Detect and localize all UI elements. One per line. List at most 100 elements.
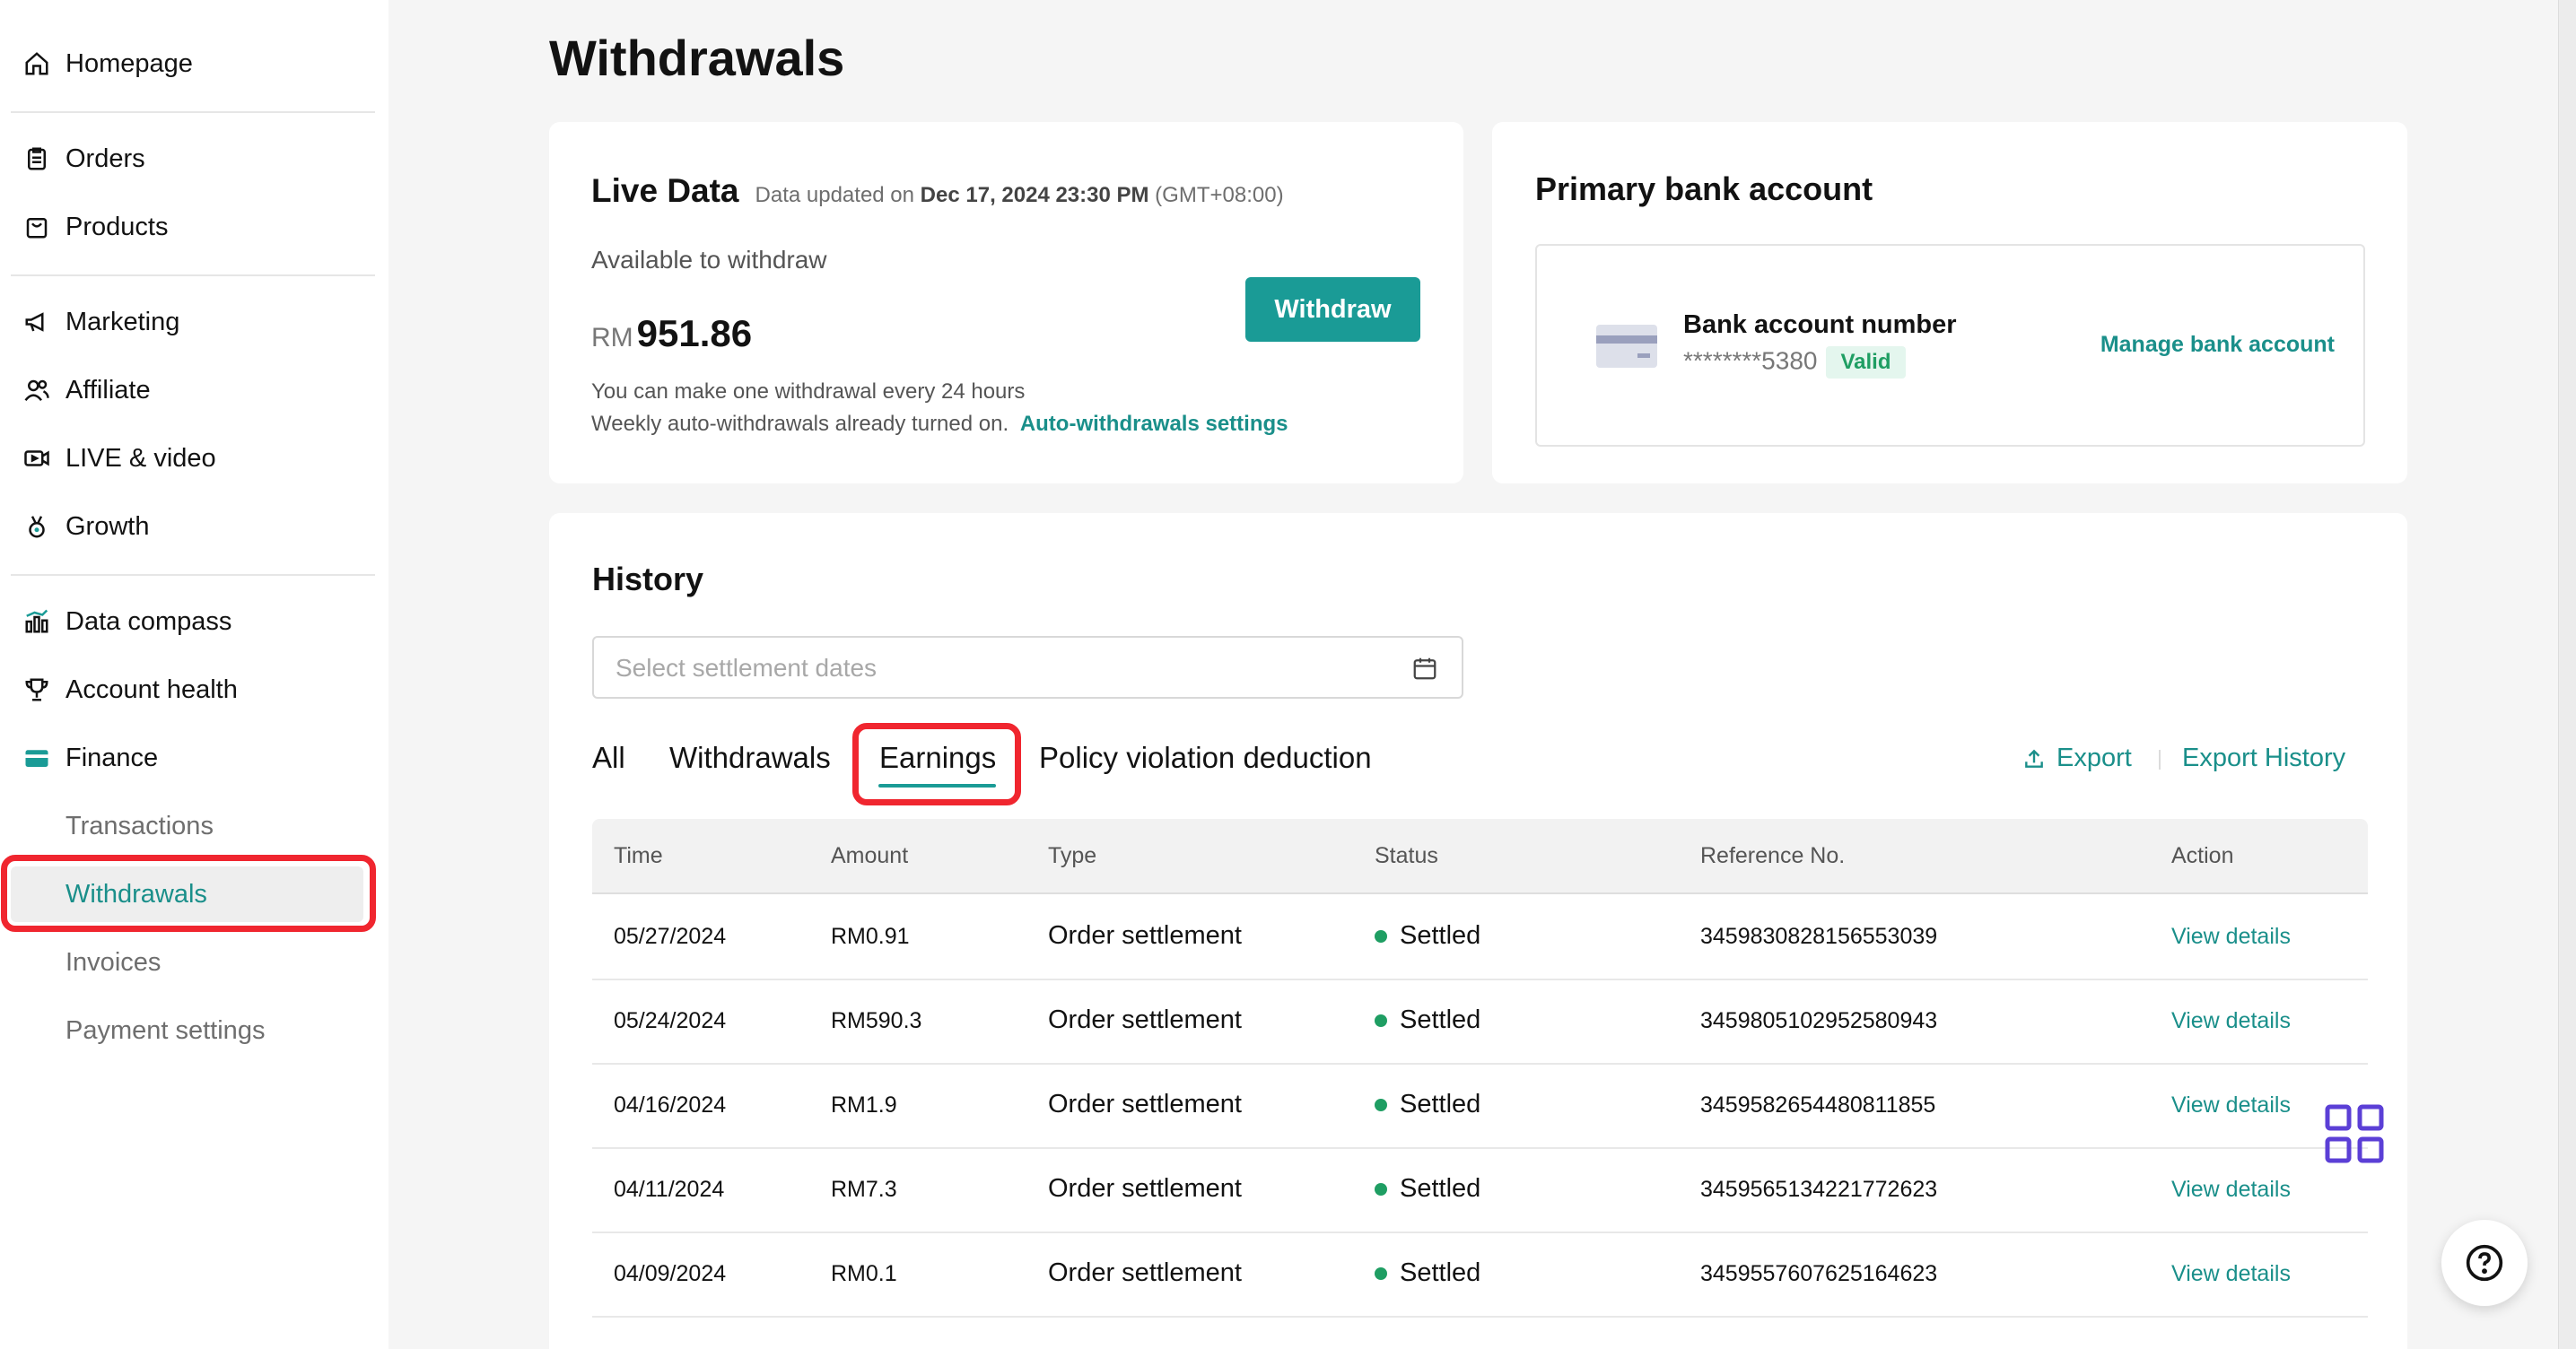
people-icon (22, 375, 52, 405)
status-label: Settled (1400, 1174, 1481, 1203)
sidebar-item-account-health[interactable]: Account health (0, 656, 389, 724)
view-details-link[interactable]: View details (2171, 924, 2291, 950)
export-label: Export (2056, 744, 2132, 772)
sidebar-item-label: Growth (65, 511, 150, 541)
sidebar-subitem-label: Transactions (65, 811, 214, 840)
sidebar-item-label: Data compass (65, 606, 232, 636)
table-row-partial (592, 1345, 2368, 1349)
sidebar-item-affiliate[interactable]: Affiliate (0, 356, 389, 424)
nav-divider (11, 111, 375, 113)
cell-status: Settled (1375, 1258, 1480, 1288)
available-amount: RM 951.86 (591, 312, 752, 355)
active-tab-underline (878, 784, 996, 788)
cell-reference: 3459830828156553039 (1700, 924, 1938, 949)
sidebar-subitem-label: Withdrawals (65, 879, 207, 909)
auto-withdraw-note: Weekly auto-withdrawals already turned o… (591, 412, 1288, 437)
table-row: 04/16/2024 RM1.9 Order settlement Settled 34… (592, 1065, 2368, 1149)
cell-reference: 3459565134221772623 (1700, 1177, 1938, 1202)
help-button[interactable] (2441, 1220, 2528, 1306)
calendar-icon[interactable] (1411, 655, 1438, 686)
status-dot-icon (1375, 1014, 1387, 1027)
column-header-time: Time (614, 843, 663, 868)
bank-card-title: Primary bank account (1535, 170, 1873, 207)
sidebar-item-products[interactable]: Products (0, 193, 389, 261)
cell-type: Order settlement (1048, 921, 1242, 950)
sidebar-subitem-label: Payment settings (65, 1015, 266, 1045)
sidebar-subitem-payment-settings[interactable]: Payment settings (0, 997, 389, 1065)
tab-withdrawals[interactable]: Withdrawals (669, 741, 831, 775)
table-row: 05/24/2024 RM590.3 Order settlement Settled… (592, 980, 2368, 1065)
sidebar-item-homepage[interactable]: Homepage (0, 30, 389, 98)
cell-type: Order settlement (1048, 1174, 1242, 1203)
status-label: Settled (1400, 921, 1481, 950)
upload-icon (2022, 747, 2046, 770)
sidebar-item-finance[interactable]: Finance (0, 724, 389, 792)
sidebar-subitem-transactions[interactable]: Transactions (0, 792, 389, 860)
table-row: 04/11/2024 RM7.3 Order settlement Settled 34… (592, 1149, 2368, 1233)
table-row: 05/27/2024 RM0.91 Order settlement Settled 3… (592, 896, 2368, 980)
export-button[interactable]: Export (2022, 744, 2132, 773)
export-divider (2159, 750, 2161, 770)
column-header-amount: Amount (831, 843, 909, 868)
sidebar-subitem-withdrawals[interactable]: Withdrawals (0, 860, 389, 928)
sidebar-subitem-invoices[interactable]: Invoices (0, 928, 389, 997)
wallet-icon (22, 743, 52, 773)
cell-amount: RM0.1 (831, 1261, 897, 1286)
manage-bank-account-link[interactable]: Manage bank account (2100, 332, 2335, 358)
question-icon (2465, 1243, 2504, 1283)
tab-all[interactable]: All (592, 741, 625, 775)
cell-status: Settled (1375, 1005, 1480, 1035)
sidebar-subitem-label: Invoices (65, 947, 162, 977)
sidebar-item-orders[interactable]: Orders (0, 125, 389, 193)
status-label: Settled (1400, 1005, 1481, 1034)
live-data-header: Live Data Data updated on Dec 17, 2024 2… (591, 172, 1284, 210)
auto-withdraw-text: Weekly auto-withdrawals already turned o… (591, 412, 1009, 436)
data-updated-text: Data updated on Dec 17, 2024 23:30 PM (G… (755, 183, 1284, 208)
sidebar-item-live-video[interactable]: LIVE & video (0, 424, 389, 492)
status-label: Settled (1400, 1258, 1481, 1287)
live-data-card: Live Data Data updated on Dec 17, 2024 2… (549, 122, 1463, 483)
view-details-link[interactable]: View details (2171, 1092, 2291, 1118)
sidebar-item-label: Orders (65, 144, 145, 173)
grid-widget-icon[interactable] (2324, 1103, 2385, 1169)
column-header-type: Type (1048, 843, 1097, 868)
date-placeholder: Select settlement dates (616, 654, 878, 682)
export-history-link[interactable]: Export History (2182, 744, 2345, 773)
cell-type: Order settlement (1048, 1258, 1242, 1287)
valid-badge: Valid (1826, 346, 1906, 379)
bag-icon (22, 212, 52, 242)
status-dot-icon (1375, 929, 1387, 943)
sidebar-item-marketing[interactable]: Marketing (0, 288, 389, 356)
cell-reference: 3459805102952580943 (1700, 1008, 1938, 1033)
trophy-icon (22, 674, 52, 705)
sidebar-item-label: Account health (65, 674, 238, 704)
megaphone-icon (22, 307, 52, 337)
sidebar-item-label: LIVE & video (65, 443, 216, 473)
settlement-date-input[interactable]: Select settlement dates (592, 636, 1463, 699)
withdraw-button[interactable]: Withdraw (1245, 277, 1420, 342)
cell-amount: RM7.3 (831, 1177, 897, 1202)
cell-status: Settled (1375, 1090, 1480, 1119)
bar-chart-icon (22, 606, 52, 637)
amount-value: 951.86 (636, 312, 753, 354)
cell-amount: RM590.3 (831, 1008, 922, 1033)
masked-account: ********5380 (1683, 346, 1818, 375)
column-header-action: Action (2171, 843, 2234, 868)
tab-policy-violation-deduction[interactable]: Policy violation deduction (1039, 741, 1372, 775)
view-details-link[interactable]: View details (2171, 1008, 2291, 1034)
currency-label: RM (591, 323, 633, 352)
cell-time: 05/24/2024 (614, 1008, 727, 1033)
updated-prefix: Data updated on (755, 183, 921, 207)
bank-account-card: Primary bank account Bank account number… (1492, 122, 2407, 483)
home-icon (22, 48, 52, 79)
sidebar-item-growth[interactable]: Growth (0, 492, 389, 561)
scrollbar[interactable] (2558, 0, 2576, 1349)
sidebar-item-data-compass[interactable]: Data compass (0, 587, 389, 656)
nav-divider (11, 274, 375, 276)
sidebar-item-label: Homepage (65, 48, 193, 78)
tab-earnings[interactable]: Earnings (879, 741, 996, 775)
view-details-link[interactable]: View details (2171, 1261, 2291, 1287)
medal-icon (22, 511, 52, 542)
view-details-link[interactable]: View details (2171, 1177, 2291, 1203)
auto-withdrawals-settings-link[interactable]: Auto-withdrawals settings (1020, 412, 1288, 436)
